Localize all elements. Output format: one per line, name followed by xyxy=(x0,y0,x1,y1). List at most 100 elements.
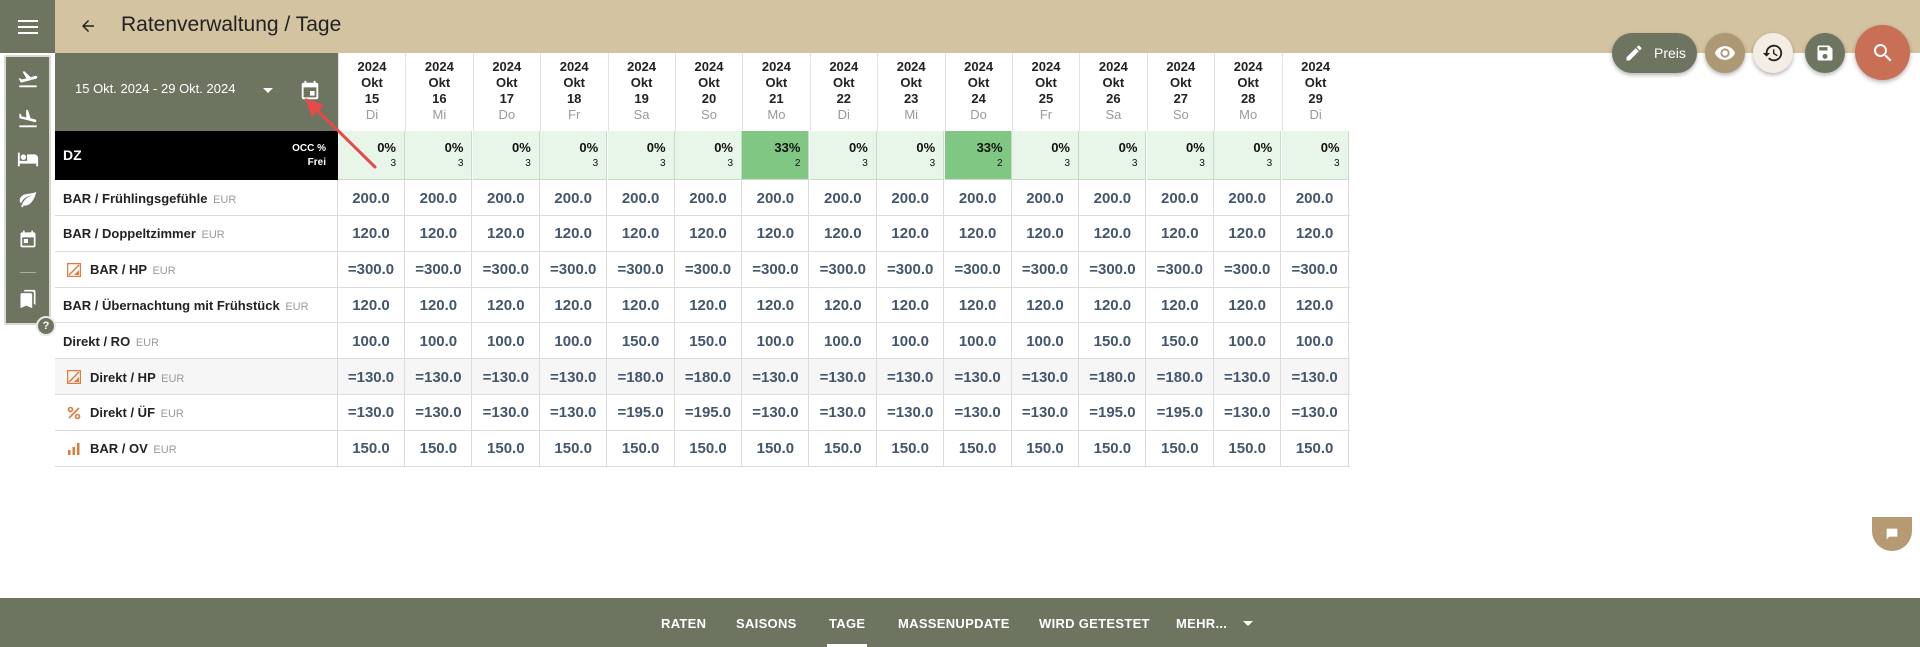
rate-cell[interactable]: 100.0 xyxy=(473,323,540,360)
rate-cell[interactable]: 100.0 xyxy=(810,323,877,360)
help-button[interactable]: ? xyxy=(36,316,56,336)
rate-cell[interactable]: =130.0 xyxy=(338,359,405,395)
rate-cell[interactable]: =180.0 xyxy=(608,359,675,395)
rate-cell[interactable]: =180.0 xyxy=(675,359,742,395)
rate-cell[interactable]: 150.0 xyxy=(1079,323,1147,360)
tab-raten[interactable]: RATEN xyxy=(661,616,706,631)
rate-cell[interactable]: 200.0 xyxy=(742,180,810,216)
rate-cell[interactable]: 200.0 xyxy=(877,180,945,216)
rate-cell[interactable]: 120.0 xyxy=(742,287,810,324)
rate-label[interactable]: BAR / OV EUR xyxy=(55,430,338,467)
rate-cell[interactable]: 100.0 xyxy=(1214,323,1282,360)
rate-cell[interactable]: 200.0 xyxy=(1147,180,1214,216)
rate-cell[interactable]: 200.0 xyxy=(675,180,742,216)
rate-cell[interactable]: 150.0 xyxy=(1282,430,1349,467)
tab-saisons[interactable]: SAISONS xyxy=(736,616,797,631)
rate-cell[interactable]: 100.0 xyxy=(1282,323,1349,360)
rate-label[interactable]: BAR / Doppeltzimmer EUR xyxy=(55,215,338,252)
rate-cell[interactable]: 120.0 xyxy=(945,215,1012,252)
rate-cell[interactable]: 120.0 xyxy=(473,287,540,324)
rate-cell[interactable]: =130.0 xyxy=(473,359,540,395)
rate-cell[interactable]: 200.0 xyxy=(810,180,877,216)
back-button[interactable] xyxy=(74,12,102,40)
rate-cell[interactable]: 150.0 xyxy=(1214,430,1282,467)
rate-cell[interactable]: 150.0 xyxy=(473,430,540,467)
rate-cell[interactable]: =130.0 xyxy=(1214,394,1282,431)
rate-cell[interactable]: 150.0 xyxy=(742,430,810,467)
rate-cell[interactable]: 120.0 xyxy=(675,287,742,324)
rate-cell[interactable]: =130.0 xyxy=(540,359,608,395)
rate-cell[interactable]: =180.0 xyxy=(1079,359,1147,395)
rate-cell[interactable]: 100.0 xyxy=(540,323,608,360)
side-nav-arrivals[interactable] xyxy=(6,59,49,99)
rate-cell[interactable]: =300.0 xyxy=(675,251,742,288)
rate-label[interactable]: BAR / HP EUR xyxy=(55,251,338,288)
rate-cell[interactable]: =300.0 xyxy=(945,251,1012,288)
rate-cell[interactable]: =300.0 xyxy=(540,251,608,288)
rate-cell[interactable]: 120.0 xyxy=(405,287,473,324)
rate-cell[interactable]: 120.0 xyxy=(540,215,608,252)
date-range-dropdown[interactable] xyxy=(260,83,276,99)
rate-cell[interactable]: =300.0 xyxy=(338,251,405,288)
rate-cell[interactable]: 200.0 xyxy=(945,180,1012,216)
rate-cell[interactable]: 120.0 xyxy=(810,215,877,252)
rate-cell[interactable]: =130.0 xyxy=(405,359,473,395)
rate-label[interactable]: BAR / Übernachtung mit Frühstück EUR xyxy=(55,287,338,324)
rate-cell[interactable]: 120.0 xyxy=(608,287,675,324)
side-nav-eco[interactable] xyxy=(6,179,49,219)
rate-cell[interactable]: =300.0 xyxy=(1282,251,1349,288)
tab-mehr[interactable]: MEHR... xyxy=(1176,616,1227,631)
rate-cell[interactable]: 120.0 xyxy=(1012,287,1079,324)
rate-cell[interactable]: 100.0 xyxy=(877,323,945,360)
rate-cell[interactable]: 120.0 xyxy=(877,287,945,324)
menu-button[interactable] xyxy=(0,0,55,53)
rate-cell[interactable]: 150.0 xyxy=(1012,430,1079,467)
rate-cell[interactable]: 150.0 xyxy=(810,430,877,467)
rate-cell[interactable]: =300.0 xyxy=(1079,251,1147,288)
rate-cell[interactable]: =130.0 xyxy=(405,394,473,431)
rate-cell[interactable]: 120.0 xyxy=(810,287,877,324)
rate-cell[interactable]: =195.0 xyxy=(1079,394,1147,431)
visibility-button[interactable] xyxy=(1705,33,1745,73)
rate-cell[interactable]: =130.0 xyxy=(877,359,945,395)
rate-cell[interactable]: 200.0 xyxy=(405,180,473,216)
rate-cell[interactable]: =130.0 xyxy=(945,359,1012,395)
rate-cell[interactable]: =130.0 xyxy=(877,394,945,431)
rate-cell[interactable]: 120.0 xyxy=(742,215,810,252)
rate-cell[interactable]: 200.0 xyxy=(540,180,608,216)
rate-label[interactable]: Direkt / RO EUR xyxy=(55,323,338,360)
rate-cell[interactable]: =130.0 xyxy=(1012,394,1079,431)
rate-cell[interactable]: 120.0 xyxy=(877,215,945,252)
chat-widget-button[interactable] xyxy=(1872,517,1912,551)
rate-cell[interactable]: 100.0 xyxy=(405,323,473,360)
side-nav-departures[interactable] xyxy=(6,99,49,139)
rate-cell[interactable]: 200.0 xyxy=(1012,180,1079,216)
rate-cell[interactable]: 120.0 xyxy=(338,215,405,252)
rate-cell[interactable]: 200.0 xyxy=(473,180,540,216)
side-nav-calendar[interactable] xyxy=(6,219,49,259)
rate-label[interactable]: Direkt / ÜF EUR xyxy=(55,394,338,431)
rate-cell[interactable]: 120.0 xyxy=(1079,215,1147,252)
rate-cell[interactable]: 150.0 xyxy=(540,430,608,467)
rate-cell[interactable]: =195.0 xyxy=(675,394,742,431)
rate-cell[interactable]: 120.0 xyxy=(675,215,742,252)
rate-cell[interactable]: 150.0 xyxy=(608,430,675,467)
rate-cell[interactable]: 150.0 xyxy=(405,430,473,467)
rate-cell[interactable]: 100.0 xyxy=(945,323,1012,360)
rate-cell[interactable]: 120.0 xyxy=(608,215,675,252)
rate-cell[interactable]: =300.0 xyxy=(810,251,877,288)
rate-cell[interactable]: 200.0 xyxy=(1214,180,1282,216)
rate-cell[interactable]: 150.0 xyxy=(1079,430,1147,467)
rate-cell[interactable]: 200.0 xyxy=(1282,180,1349,216)
rate-cell[interactable]: 150.0 xyxy=(945,430,1012,467)
rate-cell[interactable]: =195.0 xyxy=(608,394,675,431)
rate-cell[interactable]: 120.0 xyxy=(1282,287,1349,324)
rate-cell[interactable]: 120.0 xyxy=(1147,287,1214,324)
rate-cell[interactable]: 120.0 xyxy=(1214,215,1282,252)
rate-cell[interactable]: =300.0 xyxy=(405,251,473,288)
more-caret-down-icon[interactable] xyxy=(1242,620,1254,628)
rate-cell[interactable]: =130.0 xyxy=(742,394,810,431)
rate-cell[interactable]: =300.0 xyxy=(1214,251,1282,288)
rate-cell[interactable]: =130.0 xyxy=(1012,359,1079,395)
rate-cell[interactable]: 100.0 xyxy=(338,323,405,360)
